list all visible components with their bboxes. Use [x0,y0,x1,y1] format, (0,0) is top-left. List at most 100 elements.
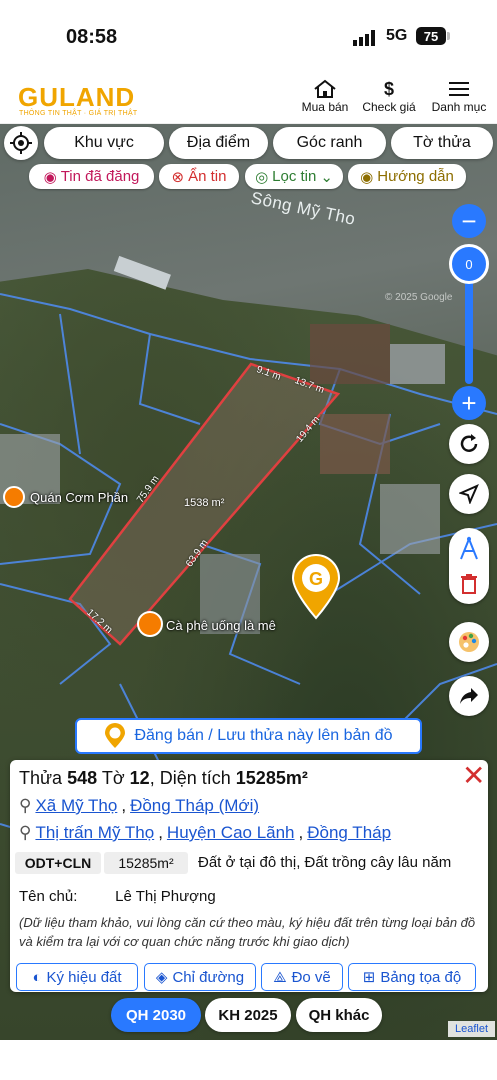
map-copyright: © 2025 Google [385,292,453,303]
palette-icon: ◐ [32,968,42,986]
disclaimer-note: (Dữ liệu tham khảo, vui lòng căn cứ theo… [19,915,476,949]
location-link[interactable]: Xã Mỹ Thọ [35,796,117,816]
logo-tagline: THÔNG TIN THẬT · GIÁ TRỊ THẬT [19,110,138,117]
trash-icon[interactable] [461,574,477,594]
thua-number: 548 [67,768,98,788]
land-code-badge: ODT+CLN [15,852,101,874]
locate-button[interactable] [4,126,38,160]
leaflet-attribution[interactable]: Leaflet [448,1021,495,1037]
nav-check-gia[interactable]: $ Check giá [360,78,418,115]
post-button-label: Đăng bán / Lưu thửa này lên bản đồ [134,727,393,744]
measure-icon[interactable] [460,536,478,560]
measure-icon: ⟁ [273,968,287,986]
zoom-in-button[interactable]: + [452,386,486,420]
owner-name: Lê Thị Phượng [115,888,216,905]
button-label: Bảng tọa độ [380,968,462,986]
separator: , [298,823,304,842]
button-label: Chỉ đường [172,968,245,986]
network-type: 5G [386,27,408,44]
nav-mua-ban[interactable]: Mua bán [297,78,353,114]
nav-label: Danh mục [431,100,487,114]
directions-icon: ◈ [155,969,168,986]
navigation-arrow-icon [459,484,479,504]
parcel-info-panel: Thửa 548 Tờ 12, Diện tích 15285m² ✕ ⚲ Xã… [10,760,488,992]
thua-label: Thửa [19,768,63,788]
chip-label: Lọc tin [272,168,317,185]
directions-button[interactable]: ◈ Chỉ đường [144,963,256,991]
map-pin-icon: ⚲ [19,823,32,842]
chip-label: Ẩn tin [188,168,227,185]
location-link[interactable]: Đồng Tháp (Mới) [130,796,259,816]
share-button[interactable] [449,676,489,716]
layer-kh-2025[interactable]: KH 2025 [205,998,291,1032]
bottom-safe-area [0,1040,497,1080]
post-parcel-button[interactable]: Đăng bán / Lưu thửa này lên bản đồ [75,718,422,754]
to-number: 12 [129,768,150,788]
status-bar: 08:58 5G 75 [0,0,497,72]
close-circle-icon: ⊗ [171,168,185,186]
owner-label: Tên chủ: [19,888,78,905]
house-icon [297,78,353,100]
land-area-badge: 15285m² [104,852,188,874]
zoom-knob[interactable]: 0 [449,244,489,284]
location-old: ⚲ Thị trấn Mỹ Thọ, Huyện Cao Lãnh, Đồng … [19,823,391,843]
share-icon [460,688,478,704]
tab-to-thua[interactable]: Tờ thửa [391,127,493,159]
guland-pin-icon[interactable]: G [291,554,341,620]
land-description: Đất ở tại đô thị, Đất trồng cây lâu năm [198,854,452,871]
app-header: GULAND THÔNG TIN THẬT · GIÁ TRỊ THẬT Mua… [0,72,497,124]
layer-qh-2030[interactable]: QH 2030 [111,998,201,1032]
chevron-down-icon: ⌄ [320,168,333,186]
location-link[interactable]: Đồng Tháp [307,823,391,843]
measure-button[interactable]: ⟁ Đo vẽ [261,963,343,991]
dollar-icon: $ [383,78,394,99]
coordinate-table-button[interactable]: ⊞ Bảng tọa độ [348,963,476,991]
chip-label: Hướng dẫn [377,168,454,185]
location-link[interactable]: Thị trấn Mỹ Thọ [35,823,154,843]
chip-an-tin[interactable]: ⊗ Ẩn tin [159,164,239,189]
separator: , [158,823,163,842]
refresh-button[interactable] [449,424,489,464]
logo-text: GULAND [18,82,136,112]
chip-loc-tin[interactable]: ◎ Lọc tin ⌄ [245,164,343,189]
crosshair-icon [10,132,32,154]
help-icon: ◉ [360,168,374,186]
area-label: Diện tích [159,768,231,788]
restaurant-icon[interactable] [3,486,25,508]
chip-huong-dan[interactable]: ◉ Hướng dẫn [348,164,466,189]
close-icon[interactable]: ✕ [462,762,485,790]
land-symbol-button[interactable]: ◐ Ký hiệu đất [16,963,138,991]
button-label: Đo vẽ [291,968,331,986]
location-link[interactable]: Huyện Cao Lãnh [167,823,295,843]
palette-icon: ◉ [43,168,57,186]
map-pin-icon: ⚲ [19,796,32,815]
nav-label: Mua bán [301,100,349,114]
svg-text:G: G [309,569,323,589]
separator: , [121,796,127,815]
palette-button[interactable] [449,622,489,662]
tab-khu-vuc[interactable]: Khu vực [44,127,164,159]
tab-dia-diem[interactable]: Địa điểm [169,127,268,159]
zoom-out-button[interactable]: − [452,204,486,238]
battery-tip [447,32,450,40]
layer-qh-khac[interactable]: QH khác [296,998,382,1032]
to-label: Tờ [101,768,125,788]
parcel-title: Thửa 548 Tờ 12, Diện tích 15285m² [19,768,308,789]
cafe-icon[interactable] [137,611,163,637]
guland-pin-icon [105,723,126,748]
place-label: Cà phê uống là mê [166,618,276,633]
area-value: 15285m² [235,768,308,788]
guland-logo[interactable]: GULAND THÔNG TIN THẬT · GIÁ TRỊ THẬT [8,78,138,120]
refresh-icon [460,434,478,452]
nav-danh-muc[interactable]: Danh mục [429,78,489,114]
pin-icon: ◎ [255,168,269,186]
palette-icon [459,632,479,652]
tab-goc-ranh[interactable]: Góc ranh [273,127,386,159]
signal-icon [353,30,375,46]
navigate-button[interactable] [449,474,489,514]
nav-label: Check giá [362,100,416,114]
measure-tools [449,528,489,604]
status-time: 08:58 [66,26,118,48]
chip-tin-da-dang[interactable]: ◉ Tin đã đăng [29,164,154,189]
separator: , [149,768,155,788]
